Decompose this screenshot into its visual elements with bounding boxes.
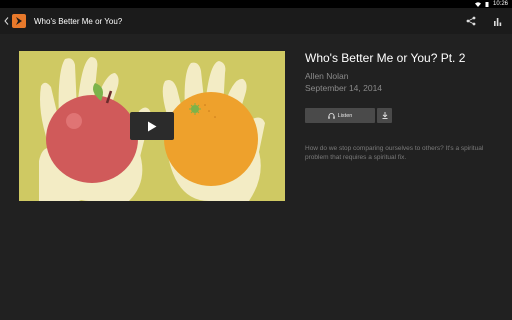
download-icon (382, 112, 387, 119)
app-logo-icon (12, 14, 26, 28)
episode-title: Who's Better Me or You? Pt. 2 (305, 51, 466, 65)
episode-info: Who's Better Me or You? Pt. 2 Allen Nola… (305, 51, 495, 161)
clock: 10:26 (492, 1, 508, 7)
back-button[interactable] (0, 8, 12, 34)
wifi-icon (474, 1, 481, 7)
share-button[interactable] (465, 15, 477, 27)
episode-description: How do we stop comparing ourselves to ot… (305, 145, 484, 161)
orange-illustration (164, 92, 258, 186)
app-bar: Who's Better Me or You? (0, 8, 512, 34)
play-button[interactable] (130, 112, 174, 140)
listen-label: Listen (337, 112, 353, 119)
episode-speaker: Allen Nolan (305, 71, 349, 81)
battery-icon (485, 1, 489, 7)
headphones-icon (327, 112, 335, 119)
page-title: Who's Better Me or You? (34, 16, 123, 26)
stats-button[interactable] (491, 15, 503, 27)
stats-icon (493, 17, 501, 26)
share-icon (466, 16, 476, 26)
download-button[interactable] (377, 108, 392, 123)
back-icon (3, 17, 8, 25)
episode-date: September 14, 2014 (305, 83, 383, 93)
play-icon (148, 121, 157, 131)
listen-button[interactable]: Listen (305, 108, 375, 123)
status-bar: 10:26 (0, 0, 512, 8)
